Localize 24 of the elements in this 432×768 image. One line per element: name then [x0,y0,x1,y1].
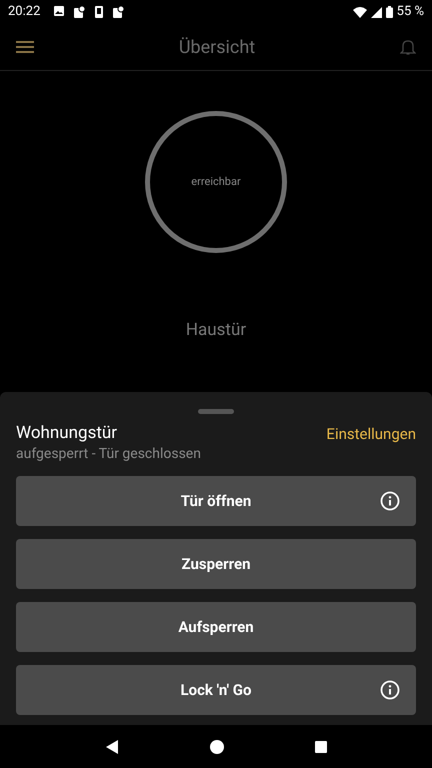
phone-icon [95,6,104,18]
reachability-status: erreichbar [191,174,241,190]
drag-handle[interactable] [198,409,234,414]
device-name: Haustür [186,319,246,342]
settings-link[interactable]: Einstellungen [326,423,416,446]
action-button[interactable]: Aufsperren [16,602,416,652]
image-icon [54,6,64,16]
action-button[interactable]: Tür öffnen [16,476,416,526]
menu-icon[interactable] [16,41,34,53]
signal-icon [370,6,382,18]
info-icon [380,680,400,700]
home-icon[interactable] [209,738,225,754]
recents-icon[interactable] [315,740,327,752]
battery-level: 55 % [396,3,424,22]
action-button[interactable]: Lock 'n' Go [16,665,416,715]
back-icon[interactable] [105,740,119,754]
lock-status: aufgesperrt - Tür geschlossen [16,445,201,464]
sheet-title: Wohnungstür [16,422,118,444]
app-title: Übersicht [178,36,256,60]
battery-icon [386,6,393,18]
info-icon [380,491,400,511]
status-time: 20:22 [8,3,40,22]
wifi-icon [352,6,367,18]
action-button[interactable]: Zusperren [16,539,416,589]
